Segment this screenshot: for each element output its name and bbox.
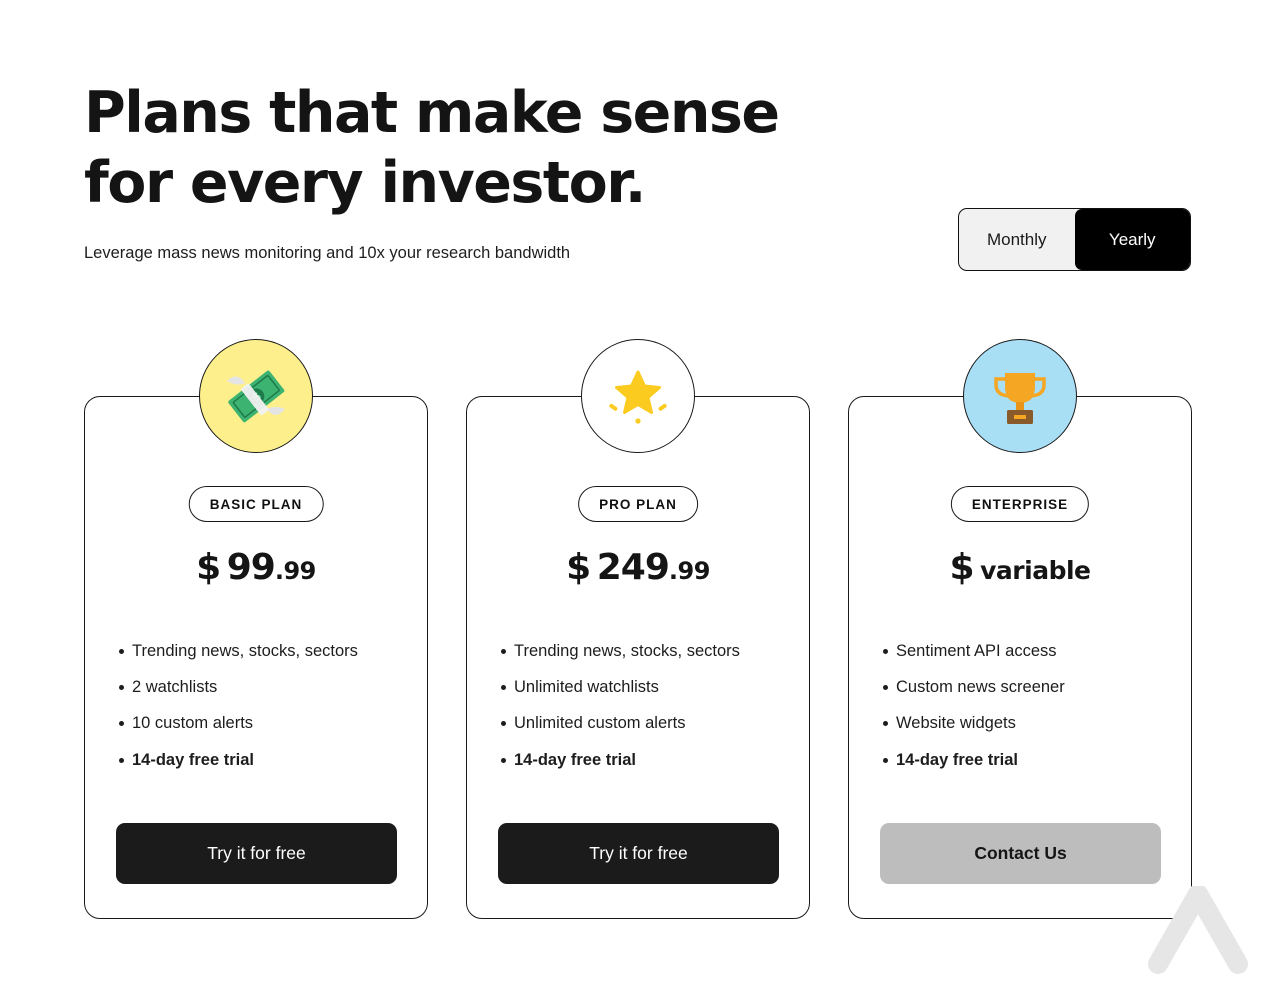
bullet-icon [119, 721, 124, 727]
page-subtitle: Leverage mass news monitoring and 10x yo… [84, 244, 571, 262]
bullet-icon [119, 757, 124, 763]
bullet-icon [501, 721, 506, 727]
money-with-wings-icon: $ [199, 339, 313, 453]
price-amount: 249 [596, 547, 670, 588]
price-cents: .99 [274, 557, 317, 585]
price-cents: .99 [668, 557, 711, 585]
price-currency: $ [196, 547, 222, 588]
feature-item: Trending news, stocks, sectors [119, 633, 358, 669]
plan-price: $ variable [849, 547, 1191, 588]
page-title-line-2: for every investor. [84, 150, 646, 216]
bullet-icon [883, 648, 888, 654]
feature-item: Unlimited watchlists [501, 669, 740, 705]
plan-name-badge: BASIC PLAN [188, 486, 324, 522]
trophy-icon [963, 339, 1077, 453]
bullet-icon [883, 684, 888, 690]
feature-list: Trending news, stocks, sectors 2 watchli… [119, 633, 358, 778]
feature-item: Custom news screener [883, 669, 1065, 705]
plan-card-enterprise: ENTERPRISE $ variable Sentiment API acce… [848, 339, 1192, 919]
bullet-icon [501, 757, 506, 763]
billing-yearly-option[interactable]: Yearly [1074, 209, 1190, 270]
feature-item: Trending news, stocks, sectors [501, 633, 740, 669]
feature-item: 2 watchlists [119, 669, 358, 705]
price-currency: $ [949, 547, 975, 588]
plan-name-badge: PRO PLAN [578, 486, 698, 522]
price-amount: 99 [226, 547, 276, 588]
plan-price: $ 99.99 [85, 547, 427, 588]
plan-card-pro: PRO PLAN $ 249.99 Trending news, stocks,… [466, 339, 810, 919]
plan-card-basic: $ BASIC PLAN $ 99.99 Trending news, stoc… [84, 339, 428, 919]
feature-item: 10 custom alerts [119, 706, 358, 742]
bullet-icon [883, 757, 888, 763]
bullet-icon [501, 684, 506, 690]
feature-item-trial: 14-day free trial [119, 742, 358, 778]
brand-logo-icon [1148, 884, 1248, 983]
feature-item: Unlimited custom alerts [501, 706, 740, 742]
feature-item-trial: 14-day free trial [883, 742, 1065, 778]
feature-item-trial: 14-day free trial [501, 742, 740, 778]
feature-list: Trending news, stocks, sectors Unlimited… [501, 633, 740, 778]
try-pro-button[interactable]: Try it for free [498, 823, 779, 884]
page-title: Plans that make sense for every investor… [84, 78, 804, 218]
plan-price: $ 249.99 [467, 547, 809, 588]
plan-name-badge: ENTERPRISE [950, 486, 1090, 522]
try-basic-button[interactable]: Try it for free [116, 823, 397, 884]
feature-item: Sentiment API access [883, 633, 1065, 669]
page-title-line-1: Plans that make sense [84, 80, 780, 146]
contact-us-button[interactable]: Contact Us [880, 823, 1161, 884]
price-amount: variable [980, 556, 1091, 585]
billing-monthly-option[interactable]: Monthly [959, 209, 1075, 270]
bullet-icon [883, 721, 888, 727]
feature-list: Sentiment API access Custom news screene… [883, 633, 1065, 778]
star-icon [581, 339, 695, 453]
price-currency: $ [566, 547, 592, 588]
bullet-icon [119, 648, 124, 654]
billing-period-toggle: Monthly Yearly [958, 208, 1191, 271]
feature-item: Website widgets [883, 706, 1065, 742]
bullet-icon [119, 684, 124, 690]
bullet-icon [501, 648, 506, 654]
